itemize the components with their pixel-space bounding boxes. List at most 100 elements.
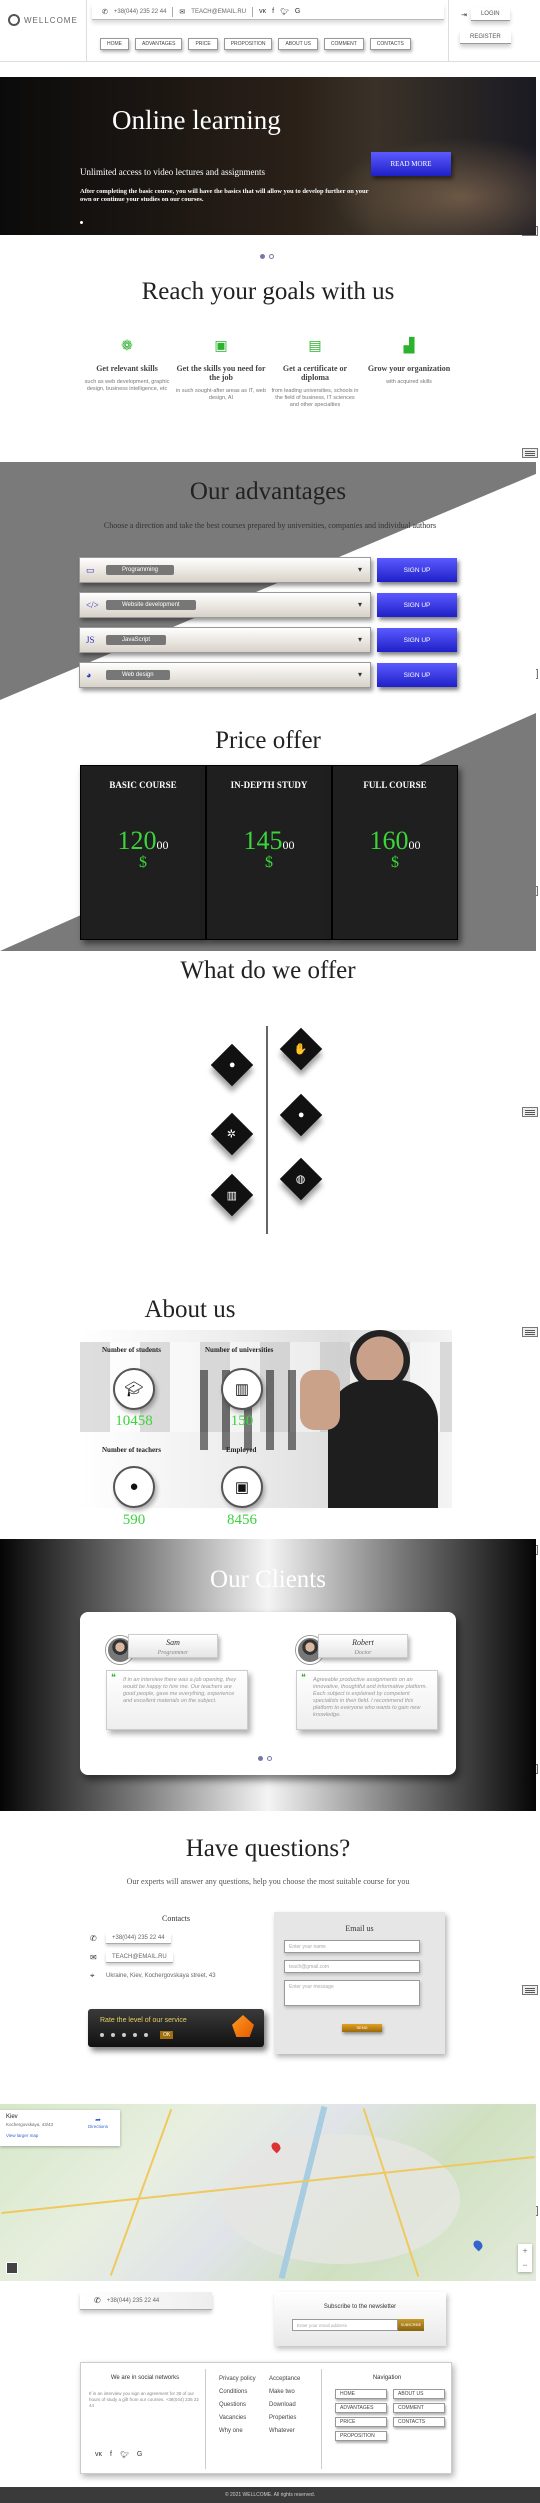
footer-nav-comment[interactable]: COMMENT <box>393 2403 445 2413</box>
slider-dot[interactable] <box>267 1756 272 1761</box>
footer-link[interactable]: Acceptance <box>269 2373 300 2386</box>
map-layers-icon[interactable] <box>6 2262 18 2274</box>
logo[interactable]: WELLCOME <box>8 14 78 26</box>
subscribe-button[interactable]: SUBSCRIBE <box>398 2319 424 2331</box>
zoom-in-button[interactable]: + <box>518 2244 532 2258</box>
contact-phone[interactable]: ✆ +38(044) 235 22 44 <box>90 1933 272 1944</box>
footer-nav-price[interactable]: PRICE <box>335 2417 387 2427</box>
rating-dot[interactable] <box>111 2033 115 2037</box>
footer-nav-contacts[interactable]: CONTACTS <box>393 2417 445 2427</box>
side-menu-icon[interactable] <box>522 1327 538 1337</box>
goal-item: ▤ Get a certificate or diploma from lead… <box>270 338 360 409</box>
stat-value: 10458 <box>115 1413 153 1429</box>
client-quote-text: If in an interview there was a job openi… <box>123 1677 237 1704</box>
gears-icon[interactable]: ✲ <box>210 1112 254 1156</box>
stat-value: 8456 <box>227 1512 257 1528</box>
handshake-icon[interactable]: ✋ <box>279 1027 323 1071</box>
rating-dot[interactable] <box>144 2033 148 2037</box>
slider-dot[interactable] <box>260 254 265 259</box>
sign-up-button[interactable]: SIGN UP <box>377 628 457 652</box>
login-label: LOGIN <box>470 8 510 21</box>
accordion-web-design[interactable]: ◕ Web design ▾ <box>79 662 371 688</box>
footer-nav-proposition[interactable]: PROPOSITION <box>335 2431 387 2441</box>
side-menu-icon[interactable] <box>522 1107 538 1117</box>
login-button[interactable]: ⇥ LOGIN <box>461 8 510 21</box>
header-phone[interactable]: +38(044) 235 22 44 <box>114 9 167 15</box>
footer-phone[interactable]: ✆ +38(044) 235 22 44 <box>80 2292 212 2310</box>
email-input[interactable]: teach@gmail.com <box>284 1960 420 1973</box>
register-button[interactable]: REGISTER <box>460 31 511 44</box>
subscribe-input[interactable]: Enter your email address <box>292 2319 398 2331</box>
map-larger-link[interactable]: View larger map <box>6 2133 114 2138</box>
price-card[interactable]: IN-DEPTH STUDY 14500 $ <box>206 765 332 940</box>
vk-icon[interactable]: ᴠᴋ <box>95 2451 102 2459</box>
slider-dot[interactable] <box>258 1756 263 1761</box>
name-input[interactable]: Enter your name <box>284 1940 420 1953</box>
university-icon[interactable]: ▥ <box>210 1173 254 1217</box>
nav-comment[interactable]: COMMENT <box>323 38 364 50</box>
footer-link[interactable]: Download <box>269 2399 300 2412</box>
side-menu-icon[interactable] <box>522 1985 538 1995</box>
header-email[interactable]: TEACH@EMAIL.RU <box>191 9 246 15</box>
google-icon[interactable]: G <box>295 8 300 15</box>
message-input[interactable]: Enter your message <box>284 1980 420 2006</box>
rating-dot[interactable] <box>122 2033 126 2037</box>
nav-home[interactable]: HOME <box>100 38 129 50</box>
zoom-out-button[interactable]: − <box>518 2258 532 2272</box>
slider-dot[interactable] <box>269 254 274 259</box>
rate-ok-button[interactable]: OK <box>160 2031 174 2039</box>
twitter-icon[interactable]: 🐦︎ <box>120 2451 129 2459</box>
footer-link[interactable]: Make two <box>269 2386 300 2399</box>
facebook-icon[interactable]: f <box>272 8 274 15</box>
accordion-programming[interactable]: ▭ Programming ▾ <box>79 557 371 583</box>
footer-nav-about[interactable]: ABOUT US <box>393 2389 445 2399</box>
send-button[interactable]: SEND <box>342 2024 382 2032</box>
price-card[interactable]: BASIC COURSE 12000 $ <box>80 765 206 940</box>
certificate-icon: ▤ <box>308 339 322 354</box>
price-card-name: IN-DEPTH STUDY <box>230 780 308 790</box>
divider <box>86 0 87 62</box>
globe-icon[interactable]: ◍ <box>279 1157 323 1201</box>
map-pin-icon[interactable] <box>471 2238 485 2252</box>
facebook-icon[interactable]: f <box>110 2451 112 2459</box>
rating-dot[interactable] <box>133 2033 137 2037</box>
goal-title: Get relevant skills <box>96 364 158 373</box>
divider <box>205 2369 206 2469</box>
sign-up-button[interactable]: SIGN UP <box>377 593 457 617</box>
location-pin-icon: ⌖ <box>90 1971 95 1980</box>
nav-about[interactable]: ABOUT US <box>278 38 318 50</box>
rating-dot[interactable] <box>100 2033 104 2037</box>
nav-advantages[interactable]: ADVANTAGES <box>135 38 183 50</box>
footer-nav-advantages[interactable]: ADVANTAGES <box>335 2403 387 2413</box>
nav-price[interactable]: PRICE <box>188 38 218 50</box>
directions-link[interactable]: ➦ Directions <box>88 2116 108 2129</box>
accordion-javascript[interactable]: JS JavaScript ▾ <box>79 627 371 653</box>
accordion-website-development[interactable]: </> Website development ▾ <box>79 592 371 618</box>
nav-proposition[interactable]: PROPOSITION <box>223 38 273 50</box>
nav-contacts[interactable]: CONTACTS <box>369 38 411 50</box>
vk-icon[interactable]: ᴠᴋ <box>259 8 266 15</box>
price-value: 160 <box>369 826 409 855</box>
sign-up-button[interactable]: SIGN UP <box>377 663 457 687</box>
google-icon[interactable]: G <box>137 2451 142 2459</box>
read-more-button[interactable]: READ MORE <box>371 152 451 176</box>
map-embed[interactable]: Kiev Kochergovskaya, 43/43 View larger m… <box>0 2104 536 2281</box>
footer-link[interactable]: Properties <box>269 2412 300 2425</box>
graduate-icon[interactable]: ● <box>279 1093 323 1137</box>
footer-link[interactable]: Why one <box>219 2425 256 2438</box>
twitter-icon[interactable]: 🐦︎ <box>280 8 289 16</box>
user-icon[interactable]: ● <box>210 1043 254 1087</box>
footer-link[interactable]: Vacancies <box>219 2412 256 2425</box>
footer-link[interactable]: Privacy policy <box>219 2373 256 2386</box>
footer-link[interactable]: Whatever <box>269 2425 300 2438</box>
footer-link[interactable]: Questions <box>219 2399 256 2412</box>
sign-up-button[interactable]: SIGN UP <box>377 558 457 582</box>
price-card[interactable]: FULL COURSE 16000 $ <box>332 765 458 940</box>
side-menu-icon[interactable] <box>522 448 538 458</box>
footer-social-title: We are in social networks <box>110 2375 180 2381</box>
accordion-label: JavaScript <box>106 635 167 645</box>
footer-nav-home[interactable]: HOME <box>335 2389 387 2399</box>
stat-label: Number of teachers <box>102 1446 161 1454</box>
contact-email[interactable]: ✉ TEACH@EMAIL.RU <box>90 1952 272 1963</box>
footer-link[interactable]: Conditions <box>219 2386 256 2399</box>
